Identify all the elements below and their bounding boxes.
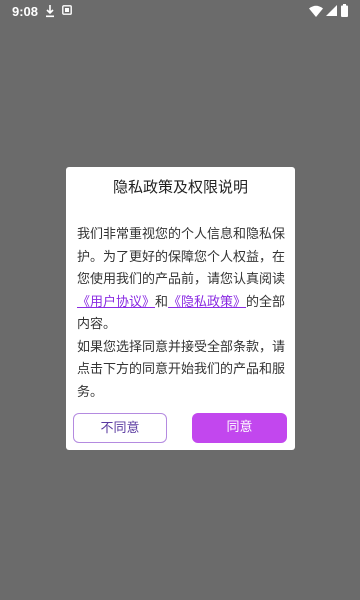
wifi-icon <box>309 5 323 17</box>
privacy-dialog: 隐私政策及权限说明 我们非常重视您的个人信息和隐私保护。为了更好的保障您个人权益… <box>66 167 295 450</box>
body-intro-text: 我们非常重视您的个人信息和隐私保护。为了更好的保障您个人权益，在您使用我们的产品… <box>77 227 286 287</box>
privacy-policy-link[interactable]: 《隐私政策》 <box>168 295 246 310</box>
body-second-text: 如果您选择同意并接受全部条款，请点击下方的同意开始我们的产品和服务。 <box>77 339 286 400</box>
user-agreement-link[interactable]: 《用户协议》 <box>77 295 155 310</box>
status-time: 9:08 <box>12 4 39 19</box>
disagree-button[interactable]: 不同意 <box>73 413 167 443</box>
dialog-body: 我们非常重视您的个人信息和隐私保护。为了更好的保障您个人权益，在您使用我们的产品… <box>77 224 287 404</box>
battery-icon <box>341 4 348 17</box>
signal-icon <box>326 5 337 16</box>
status-bar: 9:08 <box>0 0 360 24</box>
dialog-title: 隐私政策及权限说明 <box>112 178 248 196</box>
agree-button[interactable]: 同意 <box>192 413 287 443</box>
conjunction-text: 和 <box>155 294 169 310</box>
app-notification-icon <box>62 5 72 15</box>
download-icon <box>46 5 54 18</box>
